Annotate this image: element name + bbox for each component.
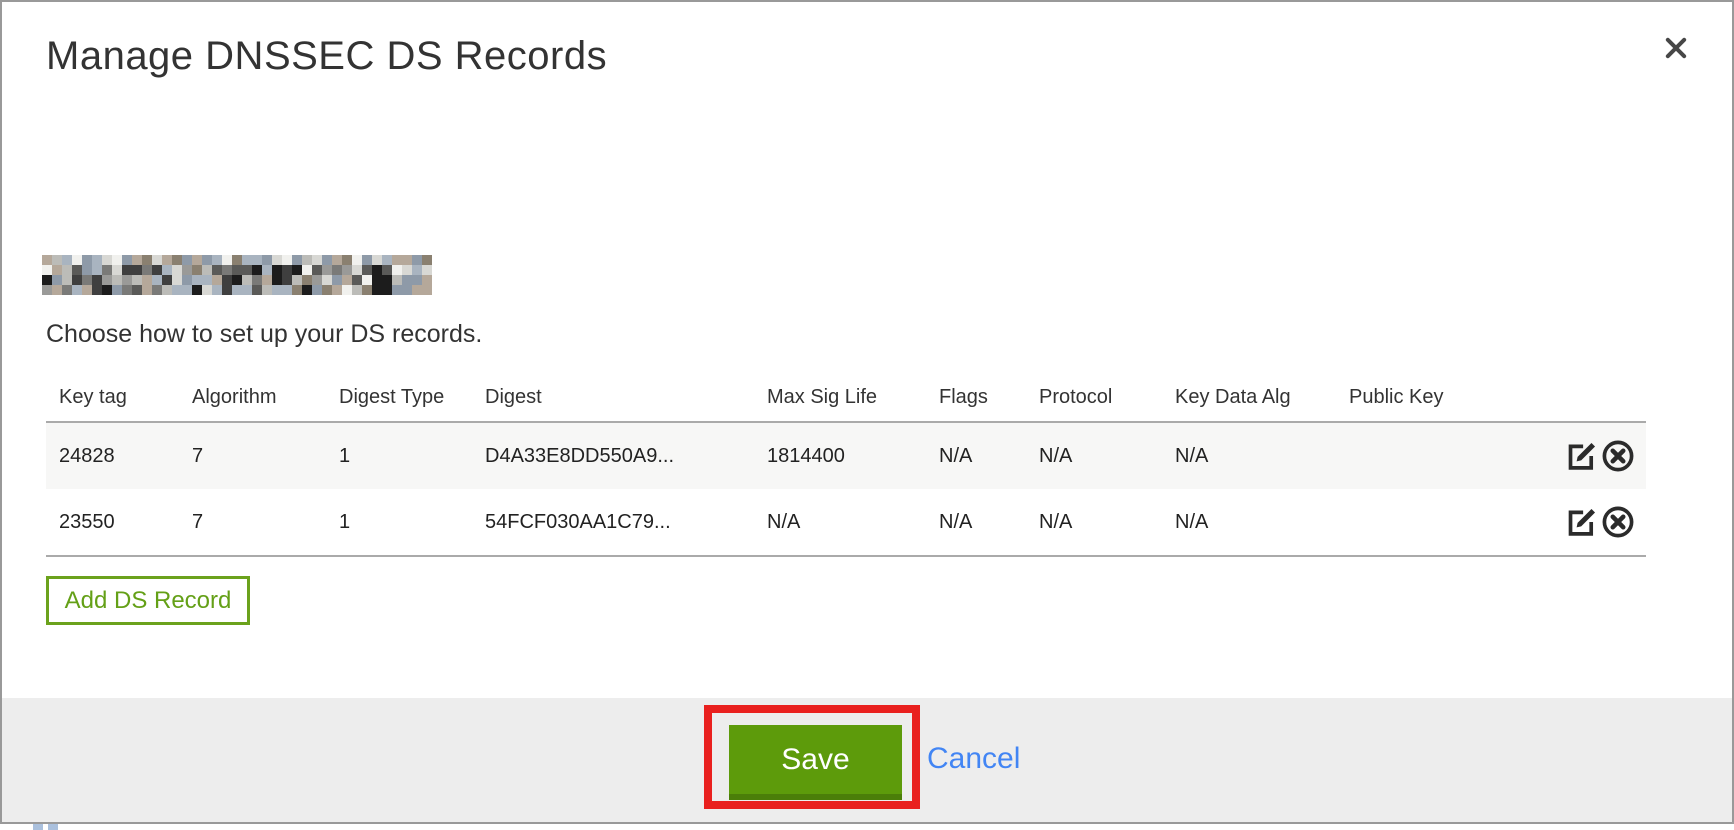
table-row: 24828 7 1 D4A33E8DD550A9... 1814400 N/A … [46, 423, 1646, 489]
ds-records-table: Key tag Algorithm Digest Type Digest Max… [46, 374, 1646, 557]
table-row: 23550 7 1 54FCF030AA1C79... N/A N/A N/A … [46, 489, 1646, 555]
cell-digest: 54FCF030AA1C79... [472, 511, 754, 534]
edit-icon[interactable] [1563, 504, 1599, 540]
column-header-key-data-alg: Key Data Alg [1162, 386, 1336, 409]
delete-circle-icon[interactable] [1600, 504, 1636, 540]
cell-key-tag: 24828 [46, 445, 179, 468]
cell-max-sig-life: N/A [754, 511, 926, 534]
column-header-key-tag: Key tag [46, 386, 179, 409]
column-header-max-sig-life: Max Sig Life [754, 386, 926, 409]
background-page-artifact [48, 824, 58, 830]
column-header-algorithm: Algorithm [179, 386, 326, 409]
cell-digest-type: 1 [326, 445, 472, 468]
close-icon[interactable] [1662, 34, 1694, 66]
cell-protocol: N/A [1026, 511, 1162, 534]
column-header-digest-type: Digest Type [326, 386, 472, 409]
cell-max-sig-life: 1814400 [754, 445, 926, 468]
column-header-digest: Digest [472, 386, 754, 409]
column-header-flags: Flags [926, 386, 1026, 409]
cell-algorithm: 7 [179, 511, 326, 534]
cell-key-data-alg: N/A [1162, 445, 1336, 468]
cell-protocol: N/A [1026, 445, 1162, 468]
add-ds-record-button[interactable]: Add DS Record [46, 576, 250, 625]
cell-key-tag: 23550 [46, 511, 179, 534]
cell-digest-type: 1 [326, 511, 472, 534]
edit-icon[interactable] [1563, 438, 1599, 474]
delete-circle-icon[interactable] [1600, 438, 1636, 474]
manage-dnssec-dialog: Manage DNSSEC DS Records Choose how to s… [0, 0, 1734, 824]
column-header-protocol: Protocol [1026, 386, 1162, 409]
page-title: Manage DNSSEC DS Records [46, 34, 607, 79]
cell-flags: N/A [926, 511, 1026, 534]
column-header-public-key: Public Key [1336, 386, 1476, 409]
table-header-row: Key tag Algorithm Digest Type Digest Max… [46, 374, 1646, 421]
cell-flags: N/A [926, 445, 1026, 468]
cell-key-data-alg: N/A [1162, 511, 1336, 534]
redacted-domain-name [42, 255, 432, 295]
cell-digest: D4A33E8DD550A9... [472, 445, 754, 468]
background-page-artifact [33, 824, 43, 830]
setup-instructions: Choose how to set up your DS records. [46, 320, 482, 349]
cell-algorithm: 7 [179, 445, 326, 468]
cancel-link[interactable]: Cancel [927, 742, 1020, 776]
save-button[interactable]: Save [729, 725, 902, 800]
